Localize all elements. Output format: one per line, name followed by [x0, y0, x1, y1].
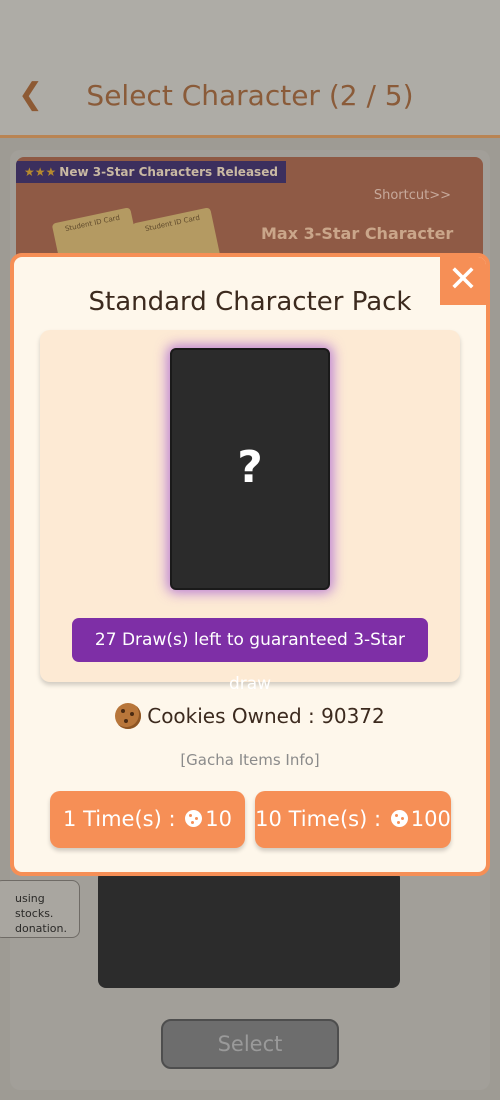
cookies-owned-label: Cookies Owned : 90372	[147, 704, 385, 728]
modal-title: Standard Character Pack	[88, 287, 412, 317]
draw-ten-cost: 100	[410, 807, 451, 831]
banner-headline: Max 3-Star Character	[261, 224, 454, 243]
draw-once-label: 1 Time(s) :	[63, 807, 176, 831]
star-icons: ★★★	[24, 165, 57, 179]
cookie-icon	[390, 810, 408, 827]
select-button[interactable]: Select	[161, 1019, 339, 1069]
page-title: Select Character (2 / 5)	[86, 79, 414, 112]
draw-ten-label: 10 Time(s) :	[255, 807, 382, 831]
promo-banner[interactable]: ★★★ New 3-Star Characters Released Shortc…	[16, 157, 483, 267]
app-header	[0, 0, 500, 138]
guarantee-badge: 27 Draw(s) left to guaranteed 3-Star dra…	[72, 618, 428, 694]
cookie-icon	[115, 703, 142, 729]
gacha-items-info-link[interactable]: [Gacha Items Info]	[0, 750, 500, 770]
banner-tag-text: New 3-Star Characters Released	[59, 165, 278, 179]
cookie-icon	[185, 810, 203, 827]
banner-shortcut-link[interactable]: Shortcut>>	[374, 188, 451, 203]
banner-tag: ★★★ New 3-Star Characters Released	[16, 161, 286, 183]
notice-box: using stocks. donation.	[0, 880, 80, 938]
question-mark-icon: ?	[237, 442, 263, 493]
draw-ten-button[interactable]: 10 Time(s) : 100	[255, 791, 451, 848]
character-preview-area	[98, 870, 400, 988]
draw-once-cost: 10	[205, 807, 232, 831]
mystery-card: ?	[170, 348, 330, 590]
draw-once-button[interactable]: 1 Time(s) : 10	[50, 791, 245, 848]
cookies-owned: Cookies Owned : 90372	[0, 701, 500, 731]
